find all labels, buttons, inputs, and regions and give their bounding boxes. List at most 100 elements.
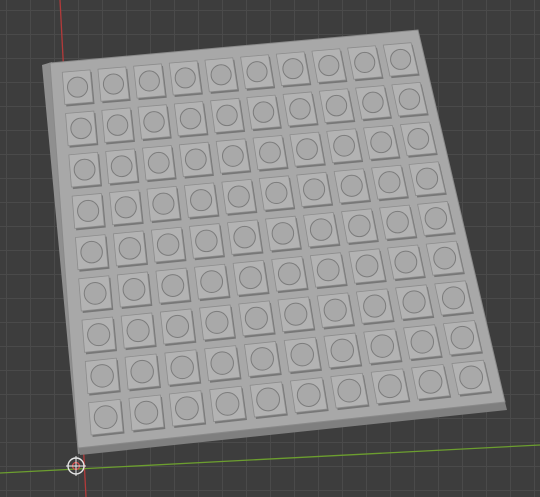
origin-gizmo[interactable] [66, 456, 86, 476]
tray-cell [363, 328, 403, 366]
cell-hole [340, 174, 363, 197]
cell-hole [265, 181, 288, 205]
cell-hole [175, 396, 199, 421]
cell-hole [318, 54, 340, 77]
cell-hole [410, 330, 435, 354]
cell-hole [110, 155, 133, 178]
tray-cell [133, 63, 167, 101]
cell-hole [433, 246, 457, 270]
tray-cell [204, 57, 240, 94]
cell-hole [73, 158, 96, 181]
tray-cell [164, 349, 202, 388]
tray-cell [194, 263, 231, 302]
cell-hole [106, 114, 129, 136]
tray-object[interactable] [42, 29, 507, 455]
cell-hole [184, 148, 207, 171]
cell-hole [277, 262, 301, 286]
cell-hole [386, 210, 409, 234]
tray-cell [113, 230, 148, 268]
cell-hole [424, 207, 448, 230]
cell-hole [83, 281, 107, 305]
tray-cell [249, 381, 288, 420]
tray-cell [227, 219, 264, 257]
cell-hole [354, 51, 376, 74]
cell-hole [134, 400, 159, 425]
tray-cell [128, 394, 166, 433]
tray-cell [120, 312, 157, 351]
cell-hole [323, 298, 347, 322]
tray-cell [333, 168, 371, 205]
cell-hole [252, 101, 275, 123]
tray-cell [199, 304, 236, 342]
tray-cell [238, 300, 276, 338]
tray-cell [146, 185, 182, 224]
tray-cell [109, 189, 144, 227]
cell-hole [244, 306, 268, 330]
cell-hole [370, 131, 393, 154]
tray-cell [275, 51, 312, 88]
cell-hole [165, 314, 190, 339]
tray-cell [178, 141, 214, 179]
tray-cell [204, 345, 242, 383]
cell-hole [239, 266, 262, 290]
tray-cell [348, 248, 387, 286]
viewport-scene[interactable] [0, 0, 540, 497]
cell-hole [221, 145, 244, 167]
tray-cell [61, 69, 95, 107]
cell-hole [459, 365, 484, 390]
cell-hole [114, 196, 137, 219]
tray-cell [283, 336, 322, 375]
cell-hole [296, 138, 318, 161]
cell-hole [362, 91, 384, 114]
cell-hole [227, 185, 250, 208]
cell-hole [390, 48, 412, 70]
tray-cell [65, 110, 99, 148]
cell-hole [415, 167, 439, 190]
tray-cell [78, 275, 114, 314]
cell-hole [161, 274, 185, 297]
cell-hole [126, 318, 150, 343]
tray-cell [240, 54, 276, 91]
cell-hole [303, 178, 326, 201]
cell-hole [290, 342, 314, 367]
cell-hole [259, 141, 281, 164]
cell-hole [325, 94, 348, 117]
3d-viewport[interactable] [0, 0, 540, 497]
cell-hole [87, 323, 111, 347]
cell-hole [138, 70, 160, 92]
tray-cell [246, 94, 282, 132]
tray-cell [323, 332, 363, 370]
cell-hole [67, 76, 89, 98]
tray-cell [151, 226, 187, 265]
cell-hole [309, 218, 333, 241]
tray-cell [116, 271, 153, 310]
cell-hole [289, 98, 311, 120]
tray-cell [137, 104, 172, 142]
tray-cell [316, 292, 355, 330]
cell-hole [348, 214, 371, 238]
cell-hole [156, 233, 180, 256]
tray-cell [168, 60, 203, 97]
cell-hole [210, 64, 232, 86]
tray-cell [71, 193, 106, 231]
cell-hole [250, 347, 274, 371]
tray-cell [355, 288, 395, 326]
tray-cell [289, 131, 326, 169]
tray-cell [370, 368, 411, 406]
tray-cell [277, 296, 316, 334]
cell-hole [337, 378, 362, 403]
cell-hole [170, 355, 194, 380]
tray-cell [296, 171, 334, 209]
tray-cell [68, 151, 103, 190]
cell-hole [200, 270, 224, 294]
cell-hole [246, 61, 268, 83]
cell-hole [407, 127, 430, 150]
tray-cell [142, 145, 177, 183]
tray-cell [210, 97, 246, 135]
cell-hole [402, 290, 426, 314]
cell-hole [333, 134, 355, 157]
cell-hole [370, 334, 395, 358]
tray-cell [189, 223, 225, 261]
tray-cell [290, 377, 329, 415]
cell-hole [122, 278, 146, 301]
